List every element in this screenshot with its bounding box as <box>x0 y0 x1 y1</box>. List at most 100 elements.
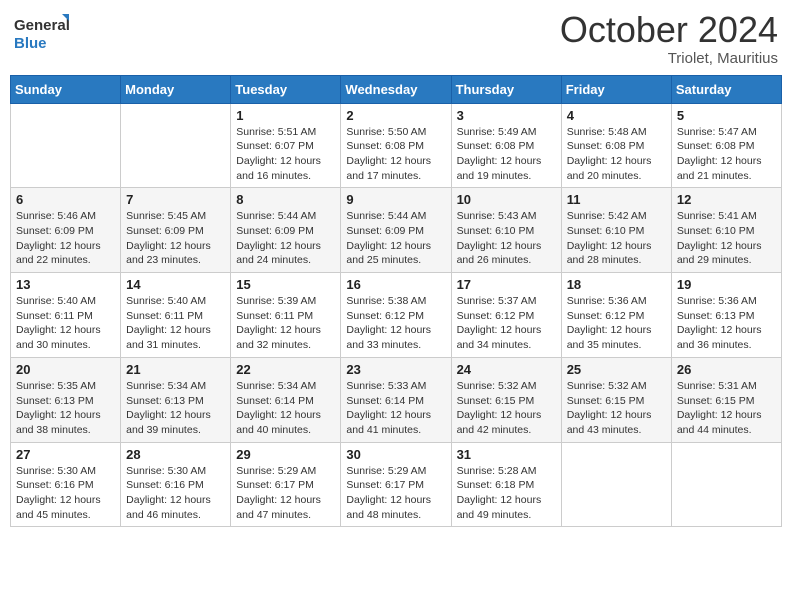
day-number: 22 <box>236 362 335 377</box>
title-block: October 2024 Triolet, Mauritius <box>560 10 778 67</box>
day-info: Sunrise: 5:28 AM Sunset: 6:18 PM Dayligh… <box>457 464 556 523</box>
location-subtitle: Triolet, Mauritius <box>560 50 778 67</box>
day-info: Sunrise: 5:44 AM Sunset: 6:09 PM Dayligh… <box>346 209 445 268</box>
calendar-day-cell: 3 Sunrise: 5:49 AM Sunset: 6:08 PM Daylig… <box>451 103 561 188</box>
day-info: Sunrise: 5:34 AM Sunset: 6:14 PM Dayligh… <box>236 379 335 438</box>
logo-svg: General Blue <box>14 10 69 55</box>
calendar-day-header: Wednesday <box>341 75 451 103</box>
day-number: 17 <box>457 277 556 292</box>
calendar-day-header: Sunday <box>11 75 121 103</box>
calendar-day-cell: 6Sunrise: 5:46 AM Sunset: 6:09 PM Daylig… <box>11 188 121 273</box>
calendar-day-header: Saturday <box>671 75 781 103</box>
day-number: 23 <box>346 362 445 377</box>
calendar-day-cell: 26Sunrise: 5:31 AM Sunset: 6:15 PM Dayli… <box>671 357 781 442</box>
day-info: Sunrise: 5:42 AM Sunset: 6:10 PM Dayligh… <box>567 209 666 268</box>
day-info: Sunrise: 5:40 AM Sunset: 6:11 PM Dayligh… <box>16 294 115 353</box>
day-number: 27 <box>16 447 115 462</box>
calendar-day-cell: 29 Sunrise: 5:29 AM Sunset: 6:17 PM Dayli… <box>231 442 341 527</box>
calendar-day-header: Friday <box>561 75 671 103</box>
day-info: Sunrise: 5:40 AM Sunset: 6:11 PM Dayligh… <box>126 294 225 353</box>
calendar-day-cell: 8 Sunrise: 5:44 AM Sunset: 6:09 PM Daylig… <box>231 188 341 273</box>
day-info: Sunrise: 5:50 AM Sunset: 6:08 PM Dayligh… <box>346 125 445 184</box>
day-number: 25 <box>567 362 666 377</box>
day-number: 2 <box>346 108 445 123</box>
calendar-day-cell: 23 Sunrise: 5:33 AM Sunset: 6:14 PM Dayli… <box>341 357 451 442</box>
calendar-day-cell: 10Sunrise: 5:43 AM Sunset: 6:10 PM Dayli… <box>451 188 561 273</box>
calendar-day-cell: 5Sunrise: 5:47 AM Sunset: 6:08 PM Daylig… <box>671 103 781 188</box>
day-info: Sunrise: 5:48 AM Sunset: 6:08 PM Dayligh… <box>567 125 666 184</box>
calendar-week-row: 20Sunrise: 5:35 AM Sunset: 6:13 PM Dayli… <box>11 357 782 442</box>
day-info: Sunrise: 5:35 AM Sunset: 6:13 PM Dayligh… <box>16 379 115 438</box>
day-info: Sunrise: 5:36 AM Sunset: 6:12 PM Dayligh… <box>567 294 666 353</box>
calendar-day-cell: 11 Sunrise: 5:42 AM Sunset: 6:10 PM Dayli… <box>561 188 671 273</box>
calendar-day-header: Thursday <box>451 75 561 103</box>
day-number: 12 <box>677 192 776 207</box>
calendar-day-cell <box>121 103 231 188</box>
day-info: Sunrise: 5:41 AM Sunset: 6:10 PM Dayligh… <box>677 209 776 268</box>
calendar-day-cell: 30Sunrise: 5:29 AM Sunset: 6:17 PM Dayli… <box>341 442 451 527</box>
calendar-week-row: 6Sunrise: 5:46 AM Sunset: 6:09 PM Daylig… <box>11 188 782 273</box>
calendar-day-cell: 14 Sunrise: 5:40 AM Sunset: 6:11 PM Dayli… <box>121 273 231 358</box>
day-number: 11 <box>567 192 666 207</box>
calendar-day-header: Monday <box>121 75 231 103</box>
day-info: Sunrise: 5:37 AM Sunset: 6:12 PM Dayligh… <box>457 294 556 353</box>
calendar-day-cell: 21 Sunrise: 5:34 AM Sunset: 6:13 PM Dayli… <box>121 357 231 442</box>
day-info: Sunrise: 5:29 AM Sunset: 6:17 PM Dayligh… <box>236 464 335 523</box>
calendar-week-row: 27 Sunrise: 5:30 AM Sunset: 6:16 PM Dayli… <box>11 442 782 527</box>
day-info: Sunrise: 5:34 AM Sunset: 6:13 PM Dayligh… <box>126 379 225 438</box>
calendar-day-cell: 19 Sunrise: 5:36 AM Sunset: 6:13 PM Dayli… <box>671 273 781 358</box>
calendar-day-cell: 7Sunrise: 5:45 AM Sunset: 6:09 PM Daylig… <box>121 188 231 273</box>
day-info: Sunrise: 5:45 AM Sunset: 6:09 PM Dayligh… <box>126 209 225 268</box>
day-number: 26 <box>677 362 776 377</box>
calendar-day-cell: 15 Sunrise: 5:39 AM Sunset: 6:11 PM Dayli… <box>231 273 341 358</box>
day-info: Sunrise: 5:39 AM Sunset: 6:11 PM Dayligh… <box>236 294 335 353</box>
day-number: 30 <box>346 447 445 462</box>
calendar-day-cell: 17 Sunrise: 5:37 AM Sunset: 6:12 PM Dayli… <box>451 273 561 358</box>
calendar-day-cell: 24Sunrise: 5:32 AM Sunset: 6:15 PM Dayli… <box>451 357 561 442</box>
day-number: 19 <box>677 277 776 292</box>
day-info: Sunrise: 5:30 AM Sunset: 6:16 PM Dayligh… <box>16 464 115 523</box>
calendar-day-cell: 20Sunrise: 5:35 AM Sunset: 6:13 PM Dayli… <box>11 357 121 442</box>
calendar-day-cell: 12 Sunrise: 5:41 AM Sunset: 6:10 PM Dayli… <box>671 188 781 273</box>
day-number: 8 <box>236 192 335 207</box>
day-number: 13 <box>16 277 115 292</box>
day-info: Sunrise: 5:51 AM Sunset: 6:07 PM Dayligh… <box>236 125 335 184</box>
calendar-day-cell: 9 Sunrise: 5:44 AM Sunset: 6:09 PM Daylig… <box>341 188 451 273</box>
day-info: Sunrise: 5:47 AM Sunset: 6:08 PM Dayligh… <box>677 125 776 184</box>
page-header: General Blue October 2024 Triolet, Mauri… <box>10 10 782 67</box>
day-info: Sunrise: 5:43 AM Sunset: 6:10 PM Dayligh… <box>457 209 556 268</box>
day-number: 16 <box>346 277 445 292</box>
calendar-day-cell: 4Sunrise: 5:48 AM Sunset: 6:08 PM Daylig… <box>561 103 671 188</box>
day-info: Sunrise: 5:32 AM Sunset: 6:15 PM Dayligh… <box>457 379 556 438</box>
calendar-week-row: 1 Sunrise: 5:51 AM Sunset: 6:07 PM Daylig… <box>11 103 782 188</box>
day-number: 1 <box>236 108 335 123</box>
svg-text:General: General <box>14 17 69 34</box>
day-number: 18 <box>567 277 666 292</box>
day-info: Sunrise: 5:49 AM Sunset: 6:08 PM Dayligh… <box>457 125 556 184</box>
day-info: Sunrise: 5:38 AM Sunset: 6:12 PM Dayligh… <box>346 294 445 353</box>
calendar-day-cell: 16 Sunrise: 5:38 AM Sunset: 6:12 PM Dayli… <box>341 273 451 358</box>
calendar-day-cell: 1 Sunrise: 5:51 AM Sunset: 6:07 PM Daylig… <box>231 103 341 188</box>
day-number: 21 <box>126 362 225 377</box>
day-info: Sunrise: 5:44 AM Sunset: 6:09 PM Dayligh… <box>236 209 335 268</box>
day-number: 29 <box>236 447 335 462</box>
day-info: Sunrise: 5:33 AM Sunset: 6:14 PM Dayligh… <box>346 379 445 438</box>
calendar-day-cell: 25 Sunrise: 5:32 AM Sunset: 6:15 PM Dayli… <box>561 357 671 442</box>
day-number: 28 <box>126 447 225 462</box>
day-info: Sunrise: 5:36 AM Sunset: 6:13 PM Dayligh… <box>677 294 776 353</box>
day-info: Sunrise: 5:32 AM Sunset: 6:15 PM Dayligh… <box>567 379 666 438</box>
day-number: 15 <box>236 277 335 292</box>
logo: General Blue <box>14 10 69 55</box>
day-number: 3 <box>457 108 556 123</box>
calendar-header-row: SundayMondayTuesdayWednesdayThursdayFrid… <box>11 75 782 103</box>
calendar-day-cell: 22 Sunrise: 5:34 AM Sunset: 6:14 PM Dayli… <box>231 357 341 442</box>
calendar-day-cell: 28Sunrise: 5:30 AM Sunset: 6:16 PM Dayli… <box>121 442 231 527</box>
day-info: Sunrise: 5:46 AM Sunset: 6:09 PM Dayligh… <box>16 209 115 268</box>
calendar-day-cell <box>671 442 781 527</box>
day-number: 9 <box>346 192 445 207</box>
day-number: 14 <box>126 277 225 292</box>
month-title: October 2024 <box>560 10 778 50</box>
calendar-week-row: 13 Sunrise: 5:40 AM Sunset: 6:11 PM Dayli… <box>11 273 782 358</box>
calendar-day-cell: 2 Sunrise: 5:50 AM Sunset: 6:08 PM Daylig… <box>341 103 451 188</box>
calendar-day-cell: 18 Sunrise: 5:36 AM Sunset: 6:12 PM Dayli… <box>561 273 671 358</box>
